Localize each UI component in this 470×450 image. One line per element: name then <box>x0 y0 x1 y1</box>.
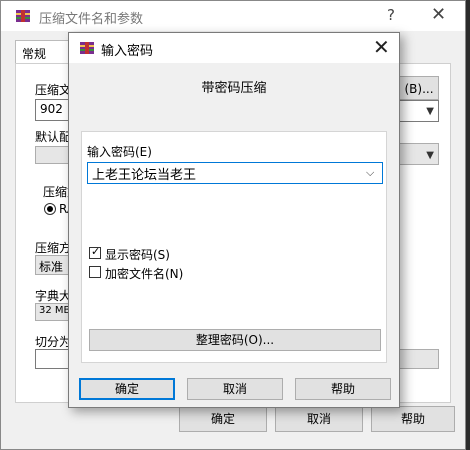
show-password-label[interactable]: 显示密码(S) <box>105 246 170 263</box>
dictionary-size-dropdown[interactable]: 32 MB <box>35 303 71 321</box>
main-ok-button[interactable]: 确定 <box>179 406 267 432</box>
password-dialog: 输入密码 ✕ 带密码压缩 输入密码(E) ⌵ ✓ 显示密码(S) 加密文件名(N… <box>68 32 400 408</box>
split-field[interactable] <box>35 349 71 369</box>
password-label: 输入密码(E) <box>87 145 152 159</box>
dialog-titlebar: 输入密码 ✕ <box>69 33 399 63</box>
close-icon[interactable]: ✕ <box>373 35 390 59</box>
cancel-button[interactable]: 取消 <box>187 378 283 400</box>
ok-button[interactable]: 确定 <box>79 378 175 400</box>
archive-name-dropdown[interactable]: ▼ <box>399 100 439 122</box>
compression-method-label: 压缩方 <box>35 241 72 255</box>
radio-dot <box>47 206 53 212</box>
chevron-down-icon: ▼ <box>426 150 434 161</box>
split-label: 切分为 <box>35 335 72 349</box>
main-cancel-button[interactable]: 取消 <box>275 406 363 432</box>
checkbox-box[interactable] <box>89 266 101 278</box>
compression-method-dropdown[interactable]: 标准 <box>35 255 71 275</box>
help-button[interactable]: 帮助 <box>295 378 391 400</box>
winrar-icon <box>16 10 30 22</box>
main-titlebar: 压缩文件名和参数 ? ✕ <box>1 1 465 31</box>
settings-button[interactable] <box>399 349 439 369</box>
update-mode-dropdown[interactable]: ▼ <box>399 143 439 165</box>
dialog-heading: 带密码压缩 <box>201 81 267 96</box>
default-profile-label: 默认配 <box>35 130 72 144</box>
archive-name-label: 压缩文 <box>35 83 72 97</box>
dictionary-size-label: 字典大 <box>35 289 72 303</box>
main-window-title: 压缩文件名和参数 <box>39 12 144 27</box>
background-right-strip <box>466 0 470 450</box>
organize-passwords-button[interactable]: 整理密码(O)... <box>89 329 381 351</box>
checkmark-icon: ✓ <box>91 245 101 258</box>
radio-rar[interactable] <box>44 203 56 215</box>
winrar-icon <box>80 42 94 54</box>
checkbox-box[interactable]: ✓ <box>89 245 101 259</box>
tab-general[interactable]: 常规 <box>15 40 73 64</box>
profile-button[interactable] <box>35 146 71 164</box>
help-icon[interactable]: ? <box>387 6 395 24</box>
encrypt-filenames-label[interactable]: 加密文件名(N) <box>105 265 183 282</box>
password-input[interactable] <box>87 162 383 184</box>
chevron-down-icon[interactable]: ⌵ <box>366 166 374 180</box>
dialog-title: 输入密码 <box>101 44 154 59</box>
main-close-icon[interactable]: ✕ <box>431 4 446 25</box>
browse-button[interactable]: (B)... <box>399 76 439 100</box>
chevron-down-icon: ▼ <box>426 106 434 117</box>
main-help-button[interactable]: 帮助 <box>371 406 455 432</box>
